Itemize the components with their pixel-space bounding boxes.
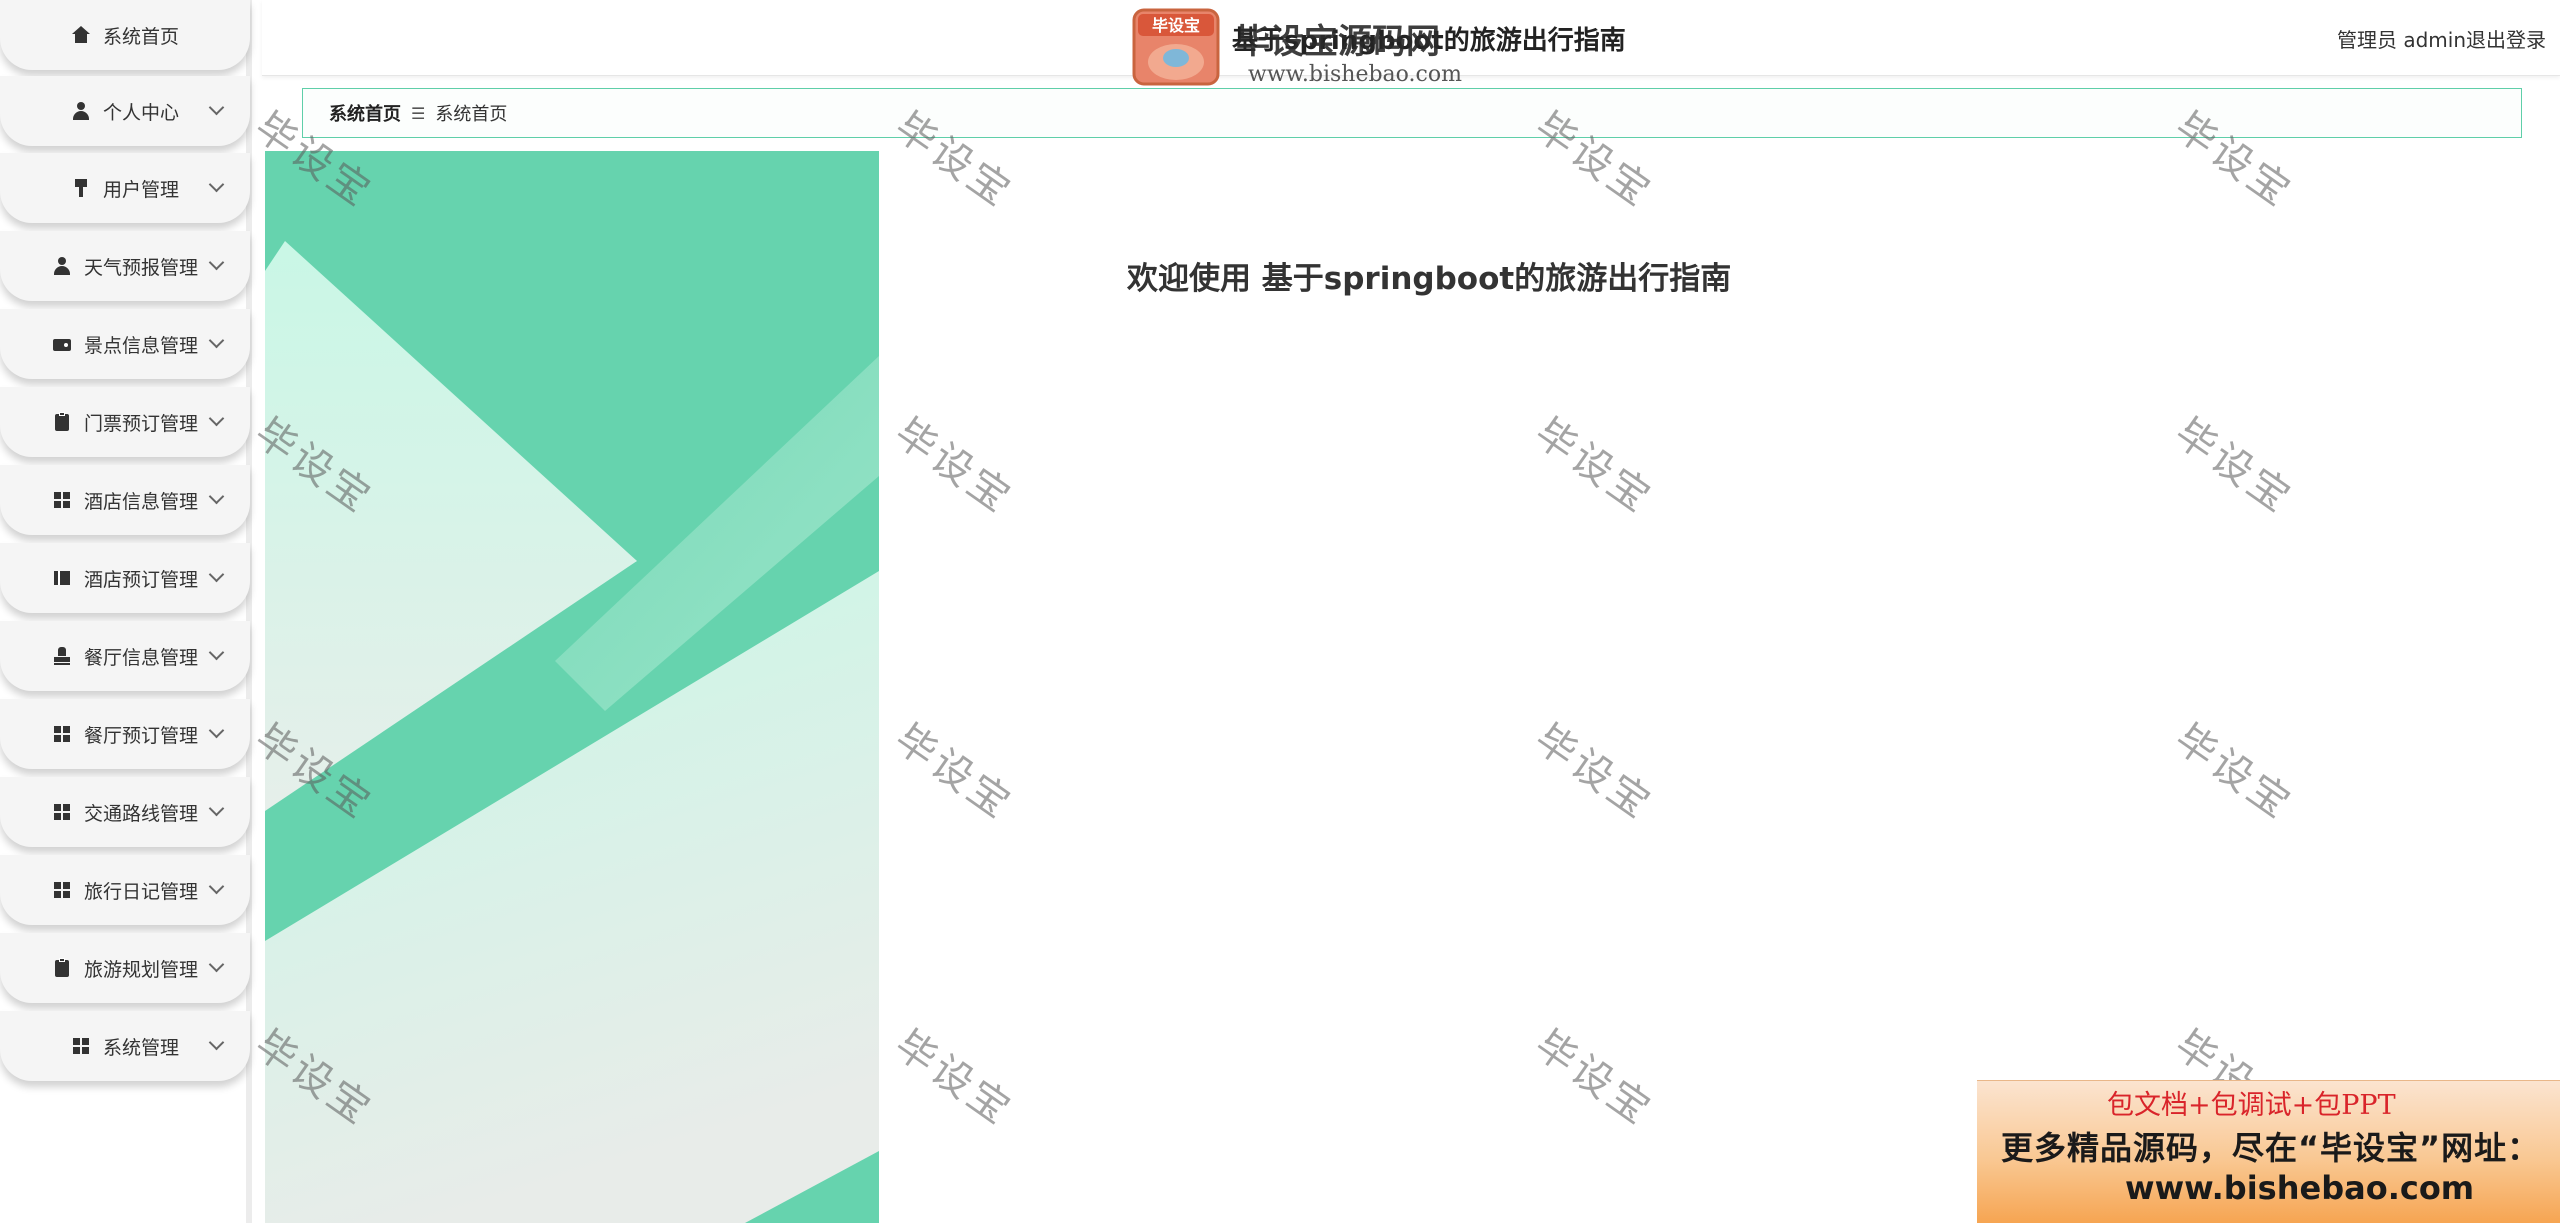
sidebar-item[interactable]: 交通路线管理 bbox=[0, 777, 250, 847]
sidebar-item-label: 交通路线管理 bbox=[83, 802, 198, 825]
sidebar-item[interactable]: 酒店预订管理 bbox=[0, 543, 250, 613]
sidebar-item-label: 天气预报管理 bbox=[83, 256, 198, 279]
breadcrumb-home[interactable]: 系统首页 bbox=[329, 100, 401, 126]
breadcrumb-separator-icon: ☰ bbox=[411, 103, 426, 123]
grid-icon bbox=[71, 1036, 91, 1056]
chevron-down-icon[interactable] bbox=[208, 99, 225, 116]
promo-banner: 包文档+包调试+包PPT 更多精品源码，尽在“毕设宝”网址： www.bishe… bbox=[1977, 1080, 2560, 1223]
chevron-down-icon[interactable] bbox=[208, 488, 225, 505]
wallet-icon bbox=[52, 334, 72, 354]
sidebar-item-label: 系统管理 bbox=[102, 1036, 179, 1059]
chevron-down-icon[interactable] bbox=[208, 644, 225, 661]
watermark-text: 毕设宝 bbox=[886, 1021, 1021, 1135]
clipboard-icon bbox=[52, 958, 72, 978]
sidebar-item[interactable]: 天气预报管理 bbox=[0, 231, 250, 301]
home-icon bbox=[71, 25, 91, 45]
logo-wordmark: 毕设宝源码网 bbox=[1236, 22, 1440, 62]
watermark-text: 毕设宝 bbox=[1526, 715, 1661, 829]
grid-icon bbox=[52, 490, 72, 510]
grid-icon bbox=[52, 724, 72, 744]
sidebar-item-label: 个人中心 bbox=[102, 101, 179, 124]
grid-icon bbox=[52, 802, 72, 822]
logout-link[interactable]: 退出登录 bbox=[2466, 24, 2546, 53]
promo-line-3: www.bishebao.com bbox=[2125, 1169, 2475, 1207]
sidebar-item[interactable]: 用户管理 bbox=[0, 153, 250, 223]
sidebar-item-label: 系统首页 bbox=[102, 25, 179, 48]
bishebao-logo: 毕设宝 bbox=[1130, 6, 1226, 90]
watermark-text: 毕设宝 bbox=[1526, 1021, 1661, 1135]
watermark-text: 毕设宝 bbox=[886, 409, 1021, 523]
pin-icon bbox=[71, 178, 91, 198]
sidebar-item-label: 酒店信息管理 bbox=[83, 490, 198, 513]
chevron-down-icon[interactable] bbox=[208, 1034, 225, 1051]
breadcrumb-current: 系统首页 bbox=[435, 104, 508, 125]
sidebar-item-label: 酒店预订管理 bbox=[83, 568, 198, 591]
current-user-label: 管理员 admin bbox=[2336, 28, 2466, 52]
sidebar-item[interactable]: 酒店信息管理 bbox=[0, 465, 250, 535]
clipboard-icon bbox=[52, 412, 72, 432]
chevron-down-icon[interactable] bbox=[208, 176, 225, 193]
sidebar-item[interactable]: 系统管理 bbox=[0, 1011, 250, 1081]
sidebar-item-label: 门票预订管理 bbox=[83, 412, 198, 435]
sidebar-item-label: 旅行日记管理 bbox=[83, 880, 198, 903]
sidebar-item-label: 旅游规划管理 bbox=[83, 958, 198, 981]
chevron-down-icon[interactable] bbox=[208, 332, 225, 349]
watermark-text: 毕设宝 bbox=[2166, 409, 2301, 523]
logo-url: www.bishebao.com bbox=[1248, 62, 1462, 87]
promo-line-2: 更多精品源码，尽在“毕设宝”网址： bbox=[2001, 1129, 2541, 1167]
sidebar-item[interactable]: 餐厅信息管理 bbox=[0, 621, 250, 691]
book-icon bbox=[52, 568, 72, 588]
chevron-down-icon[interactable] bbox=[208, 410, 225, 427]
sidebar-item[interactable]: 景点信息管理 bbox=[0, 309, 250, 379]
sidebar-item-label: 餐厅预订管理 bbox=[83, 724, 198, 747]
logo-badge-text: 毕设宝 bbox=[1152, 16, 1200, 35]
welcome-message: 欢迎使用 基于springboot的旅游出行指南 bbox=[1127, 261, 1732, 297]
sidebar-item-label: 景点信息管理 bbox=[83, 334, 198, 357]
sidebar-item[interactable]: 系统首页 bbox=[0, 0, 250, 70]
chevron-down-icon[interactable] bbox=[208, 566, 225, 583]
chevron-down-icon[interactable] bbox=[208, 722, 225, 739]
sidebar-item[interactable]: 旅行日记管理 bbox=[0, 855, 250, 925]
user-icon bbox=[71, 101, 91, 121]
watermark-text: 毕设宝 bbox=[1526, 409, 1661, 523]
grid-icon bbox=[52, 880, 72, 900]
chevron-down-icon[interactable] bbox=[208, 878, 225, 895]
promo-line-1: 包文档+包调试+包PPT bbox=[2107, 1090, 2396, 1121]
sidebar-item[interactable]: 门票预订管理 bbox=[0, 387, 250, 457]
watermark-text: 毕设宝 bbox=[2166, 715, 2301, 829]
sidebar: 系统首页个人中心用户管理天气预报管理 景点信息管理 门票预订管理 酒店信息管理 酒店预订… bbox=[0, 0, 252, 1223]
sidebar-item-label: 用户管理 bbox=[102, 178, 179, 201]
watermark-text: 毕设宝 bbox=[886, 715, 1021, 829]
stamp-icon bbox=[52, 646, 72, 666]
hero-illustration bbox=[265, 151, 879, 1223]
sidebar-item-label: 餐厅信息管理 bbox=[83, 646, 198, 669]
user-icon bbox=[52, 256, 72, 276]
sidebar-item[interactable]: 个人中心 bbox=[0, 76, 250, 146]
chevron-down-icon[interactable] bbox=[208, 800, 225, 817]
sidebar-item[interactable]: 餐厅预订管理 bbox=[0, 699, 250, 769]
chevron-down-icon[interactable] bbox=[208, 956, 225, 973]
chevron-down-icon[interactable] bbox=[208, 254, 225, 271]
sidebar-item[interactable]: 旅游规划管理 bbox=[0, 933, 250, 1003]
